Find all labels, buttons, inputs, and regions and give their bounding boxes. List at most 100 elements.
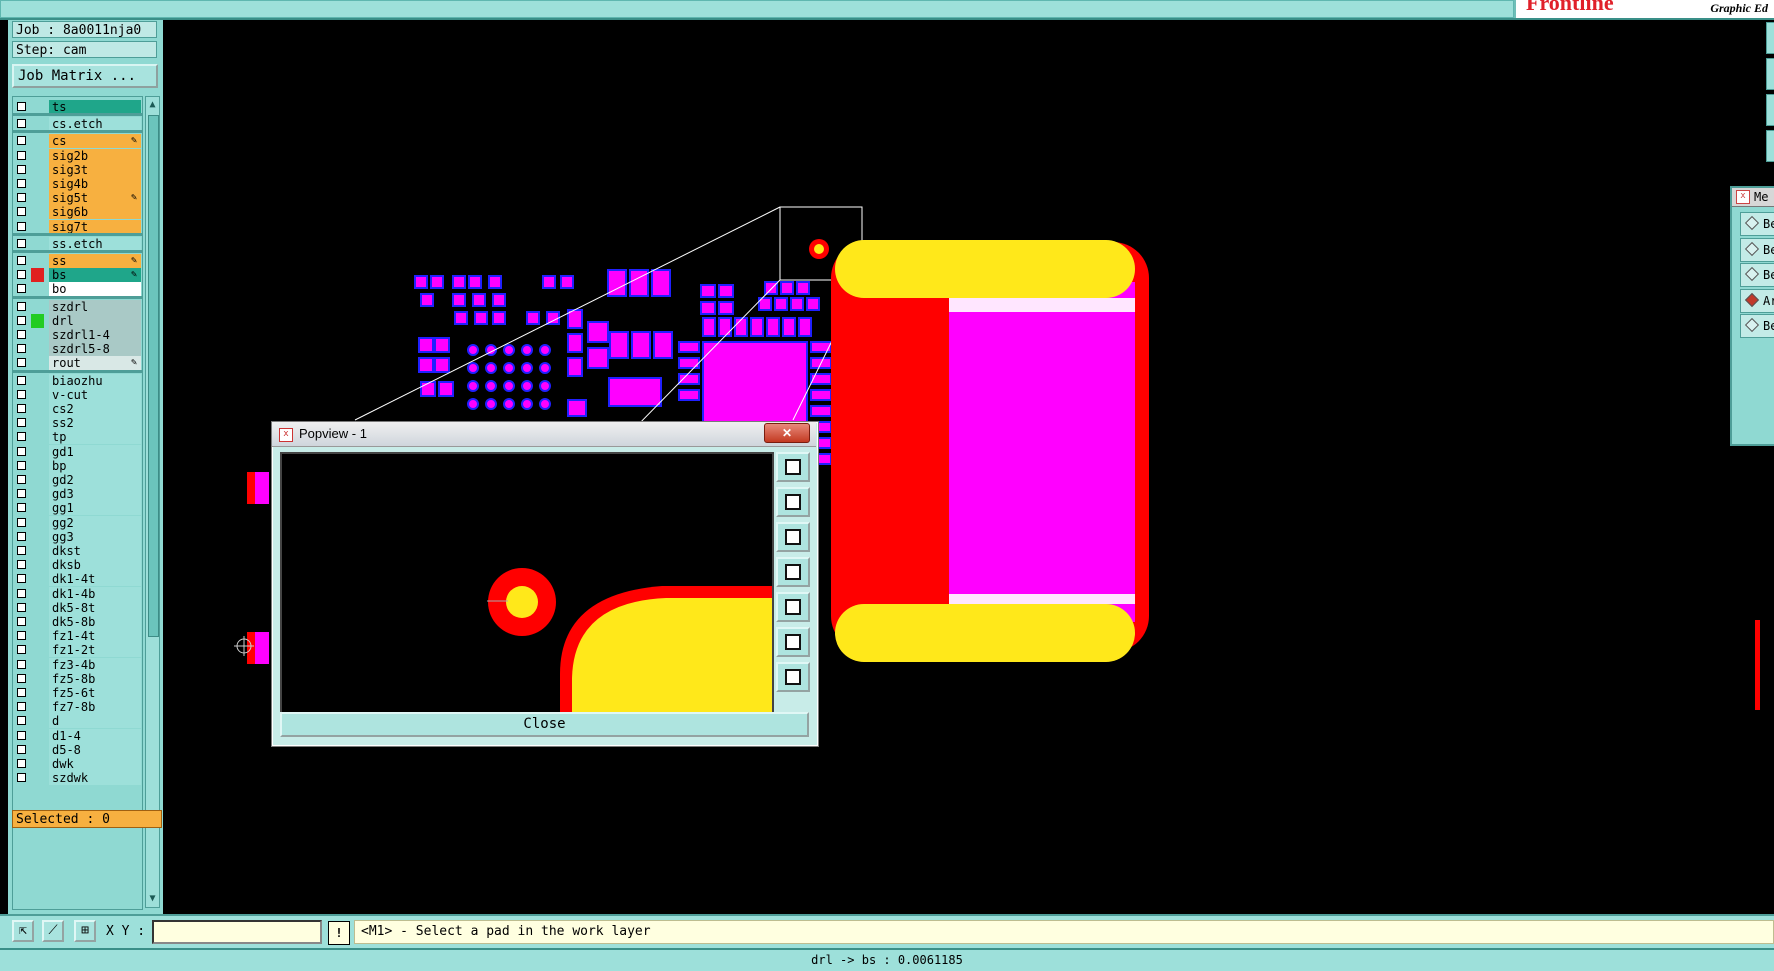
layer-checkbox[interactable]: [17, 375, 26, 385]
layer-name[interactable]: fz5-6t: [49, 686, 141, 700]
layer-list[interactable]: ts cs.etch cs ✎ sig2b sig3t sig4b sig5t ✎ sig6b si…: [12, 96, 143, 910]
layer-checkbox[interactable]: [17, 136, 26, 146]
layer-checkbox[interactable]: [17, 631, 26, 641]
layer-checkbox[interactable]: [17, 179, 26, 188]
job-matrix-button[interactable]: Job Matrix ...: [12, 64, 158, 88]
layer-checkbox[interactable]: [17, 688, 26, 697]
layer-name[interactable]: sig5t ✎: [49, 191, 141, 206]
layer-checkbox[interactable]: [17, 256, 26, 265]
layer-name[interactable]: dkst: [49, 544, 141, 558]
layer-name[interactable]: gd3: [49, 487, 141, 502]
layer-checkbox[interactable]: [17, 702, 26, 712]
popview-close-button[interactable]: Close: [280, 712, 809, 737]
popview-titlebar[interactable]: x Popview - 1 ✕: [272, 422, 816, 447]
layer-name[interactable]: szdrl5-8: [49, 342, 141, 357]
layer-checkbox[interactable]: [17, 315, 26, 325]
layer-checkbox[interactable]: [17, 645, 26, 655]
layer-name[interactable]: ss2: [49, 416, 141, 431]
layer-name[interactable]: cs ✎: [49, 134, 141, 149]
layer-color-swatch[interactable]: [31, 313, 44, 328]
right-tool-button[interactable]: [1766, 94, 1774, 126]
layer-name[interactable]: d1-4: [49, 728, 141, 743]
pan-down-icon[interactable]: [776, 522, 810, 552]
layer-name[interactable]: dk1-4t: [49, 572, 141, 587]
layer-checkbox[interactable]: [17, 659, 26, 669]
layer-checkbox[interactable]: [17, 503, 26, 513]
layer-name[interactable]: sig3t: [49, 162, 141, 177]
layer-name[interactable]: fz1-2t: [49, 643, 141, 658]
radio-diamond-icon[interactable]: [1744, 292, 1760, 307]
layer-checkbox[interactable]: [17, 432, 26, 442]
layer-name[interactable]: drl: [49, 313, 141, 328]
layer-name[interactable]: gd1: [49, 444, 141, 459]
grid-tool-icon[interactable]: ⊞: [74, 920, 96, 942]
layer-checkbox[interactable]: [17, 517, 26, 527]
layer-checkbox[interactable]: [17, 404, 26, 413]
layer-checkbox[interactable]: [17, 389, 26, 399]
layer-name[interactable]: ts: [49, 100, 141, 114]
layer-checkbox[interactable]: [17, 330, 26, 339]
layer-checkbox[interactable]: [17, 588, 26, 598]
layer-name[interactable]: tp: [49, 430, 141, 445]
right-tool-button[interactable]: [1766, 22, 1774, 54]
radio-diamond-icon[interactable]: [1744, 266, 1760, 282]
layer-checkbox[interactable]: [17, 418, 26, 428]
layer-name[interactable]: szdrl1-4: [49, 328, 141, 342]
layer-checkbox[interactable]: [17, 673, 26, 683]
layer-name[interactable]: rout ✎: [49, 356, 141, 371]
layer-name[interactable]: d: [49, 714, 141, 729]
zoom-home-icon[interactable]: [776, 662, 810, 692]
layer-name[interactable]: gg1: [49, 501, 141, 516]
layer-checkbox[interactable]: [17, 207, 26, 217]
layer-name[interactable]: sig2b: [49, 148, 141, 163]
snap-tool-icon[interactable]: ⟋: [42, 920, 64, 942]
close-icon[interactable]: x: [1736, 190, 1750, 204]
layer-checkbox[interactable]: [17, 119, 26, 129]
layer-checkbox[interactable]: [17, 221, 26, 231]
layer-name[interactable]: fz7-8b: [49, 700, 141, 715]
layer-checkbox[interactable]: [17, 344, 26, 354]
layer-name[interactable]: cs.etch: [49, 117, 141, 132]
layer-checkbox[interactable]: [17, 759, 26, 768]
layer-checkbox[interactable]: [17, 744, 26, 754]
right-tool-button[interactable]: [1766, 130, 1774, 162]
layer-name[interactable]: dksb: [49, 558, 141, 573]
layer-checkbox[interactable]: [17, 301, 26, 311]
layer-name[interactable]: szdrl: [49, 299, 141, 314]
layer-name[interactable]: bs ✎: [49, 268, 141, 283]
layer-checkbox[interactable]: [17, 602, 26, 612]
layer-name[interactable]: dk1-4b: [49, 586, 141, 601]
layer-name[interactable]: v-cut: [49, 387, 141, 402]
zoom-window-icon[interactable]: [776, 452, 810, 482]
scroll-down-icon[interactable]: ▼: [147, 893, 158, 905]
layer-checkbox[interactable]: [17, 617, 26, 626]
layer-checkbox[interactable]: [17, 574, 26, 584]
layer-name[interactable]: sig4b: [49, 177, 141, 191]
layer-name[interactable]: szdwk: [49, 771, 141, 786]
layer-checkbox[interactable]: [17, 150, 26, 160]
popview-canvas[interactable]: [280, 452, 774, 716]
layer-checkbox[interactable]: [17, 716, 26, 726]
layer-name[interactable]: cs2: [49, 402, 141, 416]
layer-checkbox[interactable]: [17, 560, 26, 570]
pan-right-icon[interactable]: [776, 592, 810, 622]
layer-checkbox[interactable]: [17, 284, 26, 294]
xy-coordinate-input[interactable]: [152, 920, 322, 944]
layer-checkbox[interactable]: [17, 102, 26, 111]
layer-name[interactable]: ss.etch: [49, 236, 141, 251]
layer-name[interactable]: fz5-8b: [49, 671, 141, 686]
scroll-up-icon[interactable]: ▲: [147, 99, 158, 111]
layer-name[interactable]: gd2: [49, 473, 141, 487]
layer-checkbox[interactable]: [17, 270, 26, 280]
layer-list-scrollbar[interactable]: ▲ ▼: [145, 96, 160, 908]
layer-name[interactable]: sig7t: [49, 219, 141, 234]
layer-name[interactable]: dwk: [49, 757, 141, 771]
layer-name[interactable]: fz1-4t: [49, 629, 141, 644]
window-close-button[interactable]: ✕: [764, 423, 810, 443]
layer-checkbox[interactable]: [17, 446, 26, 456]
layer-checkbox[interactable]: [17, 773, 26, 783]
layer-checkbox[interactable]: [17, 193, 26, 203]
layer-checkbox[interactable]: [17, 489, 26, 499]
layer-checkbox[interactable]: [17, 358, 26, 368]
layer-name[interactable]: biaozhu: [49, 373, 141, 388]
